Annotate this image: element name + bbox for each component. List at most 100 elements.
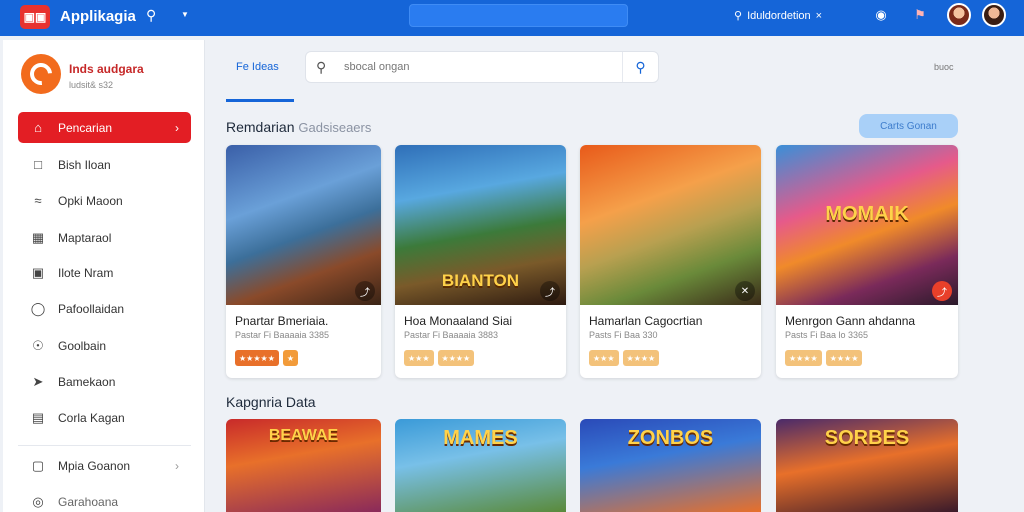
rating-badge: ★ [282,350,299,366]
cta-button[interactable]: Carts Gonan [859,114,958,138]
wifi-icon: ≈ [34,193,42,208]
sidebar-item-label: Pafoollaidan [58,301,125,316]
section-title: Remdarian Gadsiseaers [226,119,371,135]
game-art: BIANTON [395,145,566,305]
section-subtitle: Gadsiseaers [298,120,372,135]
search-icon: ⚲ [316,59,327,75]
avatar[interactable] [947,3,971,27]
rating: ★★★★★ ★ [235,350,299,366]
doc-icon: ▣ [31,264,45,280]
sidebar-item[interactable]: □ Bish Iloan [18,149,191,180]
card-title: Hamarlan Cagocrtian [589,314,703,328]
close-icon: × [815,9,823,22]
game-card[interactable]: MAMES [395,419,566,512]
main-search[interactable]: ⚲ sbocal ongan ⚲ [305,51,659,83]
game-card[interactable]: ✕ Hamarlan Cagocrtian Pasts Fi Baa 330 ★… [580,145,761,378]
info-icon: ☉ [32,337,44,353]
circle-icon: ◎ [32,493,44,509]
search-icon[interactable]: ⚲ [146,7,156,24]
home-icon: ⌂ [34,120,42,135]
sidebar-divider [18,445,191,446]
rating-badge: ★★★★ [622,350,660,366]
app-title: Applikagia [60,8,136,25]
game-card[interactable]: ⤴ Pnartar Bmeriaia. Pastar Fi Baaaaia 33… [226,145,381,378]
card-subtitle: Pastar Fi Baaaaia 3883 [404,330,499,340]
sidebar: Inds audgara ludsit& s32 ⌂ Pencarian › □… [3,40,205,512]
game-art-text: BEAWAE [268,427,339,444]
tab-underline [226,99,294,102]
sidebar-item[interactable]: ☉ Goolbain [18,330,191,361]
card-title: Menrgon Gann ahdanna [785,314,916,328]
sidebar-item-label: Goolbain [58,338,107,353]
game-card[interactable]: BIANTON ⤴ Hoa Monaaland Siai Pastar Fi B… [395,145,566,378]
rating-stars: ★★★★★ [235,350,279,366]
section-title: Kapgnria Data [226,394,316,410]
share-icon[interactable]: ✕ [735,281,755,301]
avatar[interactable] [982,3,1006,27]
notification-icon[interactable]: ⚑ [911,6,929,24]
sidebar-item[interactable]: ≈ Opki Maoon [18,185,191,216]
top-search-link[interactable]: ⚲ Iduldordetion × [734,9,823,23]
profile-subtitle: ludsit& s32 [69,80,114,90]
top-bar: ▣▣ Applikagia ⚲ ▼ ⚲ Iduldordetion × ◉ ⚑ [0,0,1024,36]
rating-stars: ★★★★ [785,350,822,366]
sidebar-item[interactable]: ◯ Pafoollaidan [18,293,191,324]
game-card[interactable]: SORBES [776,419,958,512]
top-search-input[interactable] [409,4,628,27]
rating-stars: ★★★ [589,350,619,366]
sidebar-item-label: Corla Kagan [58,410,125,425]
game-art-text: MAMES [443,427,518,449]
bag-icon: ▤ [31,409,45,425]
section-title-text: Remdarian [226,119,295,135]
search-input[interactable]: sbocal ongan [344,61,409,73]
tab-ideas[interactable]: Fe Ideas [226,56,294,102]
rating: ★★★★ ★★★★ [785,350,863,366]
sidebar-item-label: Bish Iloan [58,157,111,172]
link-icon [25,58,57,90]
card-title: Hoa Monaaland Siai [404,314,513,328]
search-button[interactable]: ⚲ [622,52,658,82]
chevron-right-icon: › [175,120,179,135]
rating: ★★★ ★★★★ [589,350,660,366]
share-icon[interactable]: ⤴ [932,281,952,301]
profile-avatar[interactable] [21,54,61,94]
share-icon[interactable]: ⤴ [355,281,375,301]
sidebar-item[interactable]: ➤ Bamekaon [18,366,191,397]
settings-icon[interactable]: ◉ [872,6,890,24]
sidebar-item[interactable]: ◎ Garahoana [18,486,191,512]
game-card[interactable]: ZONBOS [580,419,761,512]
sidebar-item[interactable]: ▤ Corla Kagan [18,402,191,433]
rating-badge: ★★★★ [825,350,863,366]
game-art-text: MOMAIK [825,203,909,225]
rating-stars: ★★★ [404,350,434,366]
game-art-text: ZONBOS [627,427,714,449]
comment-icon: ◯ [30,300,46,316]
file-icon: □ [34,157,42,172]
share-icon[interactable]: ⤴ [540,281,560,301]
rating: ★★★ ★★★★ [404,350,475,366]
rating-badge: ★★★★ [437,350,475,366]
box-icon: ▢ [31,457,45,473]
search-icon: ⚲ [734,10,743,22]
sidebar-item-label: Garahoana [58,494,119,509]
chevron-down-icon[interactable]: ▼ [181,10,189,19]
sidebar-item[interactable]: ▣ Ilote Nram [18,257,191,288]
game-art [226,145,381,305]
game-card[interactable]: MOMAIK ⤴ Menrgon Gann ahdanna Pasts Fi B… [776,145,958,378]
sidebar-item-label: Opki Maoon [58,193,123,208]
game-card[interactable]: BEAWAE [226,419,381,512]
sidebar-item[interactable]: ▢ Mpia Goanon › [18,450,191,481]
signpost-icon: ➤ [32,373,44,389]
sidebar-item[interactable]: ▦ Maptaraol [18,222,191,253]
game-art: MOMAIK [776,145,958,305]
right-note: buoc [934,62,954,72]
sidebar-item-label: Maptaraol [58,230,112,245]
game-art [580,145,761,305]
profile-name: Inds audgara [69,62,144,76]
sidebar-item-pencarian[interactable]: ⌂ Pencarian › [18,112,191,143]
app-logo[interactable]: ▣▣ [20,5,50,29]
calendar-icon: ▦ [31,229,45,245]
game-art-text: SORBES [824,427,910,449]
chevron-right-icon: › [175,458,179,473]
card-subtitle: Pasts Fi Baa lo 3365 [785,330,869,340]
